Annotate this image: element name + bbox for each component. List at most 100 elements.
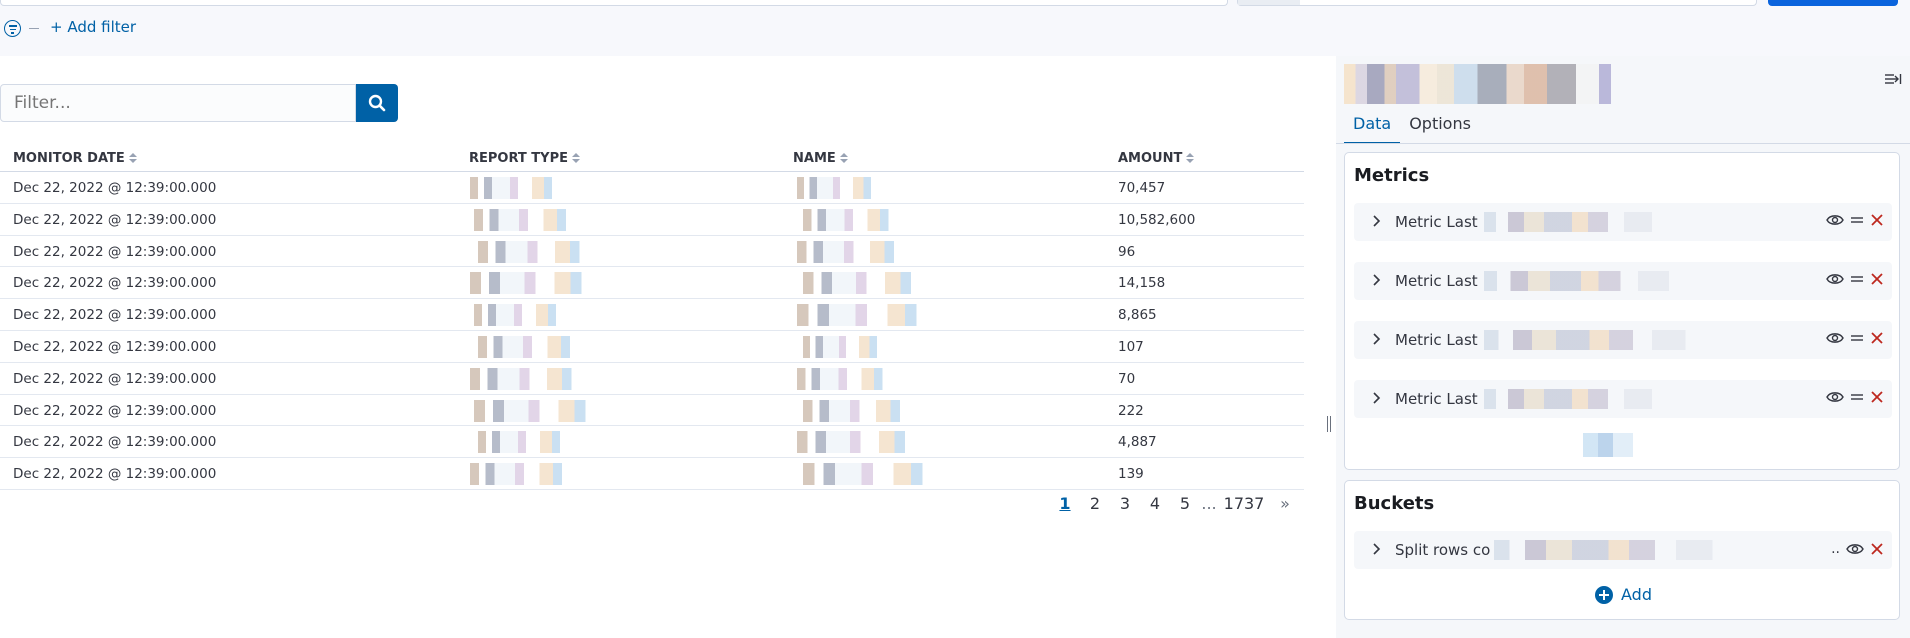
column-header-report-type[interactable]: REPORT TYPE (469, 151, 580, 166)
page-last[interactable]: 1737 (1218, 494, 1270, 513)
table-row: Dec 22, 2022 @ 12:39:00.000 10,582,600 (0, 204, 1304, 236)
bucket-suffix: .. (1831, 541, 1840, 557)
cell-amount: 4,887 (1118, 434, 1157, 451)
cell-amount: 10,582,600 (1118, 211, 1196, 228)
filter-menu-icon[interactable] (4, 20, 21, 37)
cell-amount: 107 (1118, 338, 1144, 355)
panel-resize-handle[interactable] (1322, 56, 1336, 638)
redacted-report-type (474, 304, 574, 327)
metric-actions (1826, 272, 1884, 286)
tab-options[interactable]: Options (1400, 112, 1480, 144)
redacted-report-type (474, 399, 610, 422)
column-header-name[interactable]: NAME (793, 151, 848, 166)
page-3[interactable]: 3 (1110, 494, 1140, 513)
chevron-right-icon[interactable] (1368, 390, 1384, 406)
cell-monitor-date: Dec 22, 2022 @ 12:39:00.000 (13, 307, 217, 324)
cell-monitor-date: Dec 22, 2022 @ 12:39:00.000 (13, 180, 217, 196)
refresh-button[interactable] (1768, 0, 1898, 6)
redacted-report-type (474, 208, 586, 231)
chevron-right-icon[interactable] (1368, 541, 1384, 557)
redacted-name (797, 240, 915, 263)
cell-monitor-date: Dec 22, 2022 @ 12:39:00.000 (13, 370, 217, 387)
close-icon[interactable] (1870, 331, 1884, 345)
cell-monitor-date: Dec 22, 2022 @ 12:39:00.000 (13, 338, 217, 355)
tab-divider (1336, 143, 1910, 144)
close-icon[interactable] (1870, 390, 1884, 404)
bucket-row[interactable]: Split rows co .. (1354, 531, 1892, 569)
page-4[interactable]: 4 (1140, 494, 1170, 513)
sort-icon (1186, 153, 1195, 164)
drag-handle-icon[interactable] (1850, 274, 1864, 284)
plus-circle-icon (1595, 585, 1613, 604)
chevron-right-icon[interactable] (1368, 213, 1384, 229)
cell-monitor-date: Dec 22, 2022 @ 12:39:00.000 (13, 275, 217, 292)
cell-amount: 14,158 (1118, 275, 1166, 292)
metric-row[interactable]: Metric Last (1354, 203, 1892, 241)
eye-icon[interactable] (1846, 542, 1864, 556)
table-row: Dec 22, 2022 @ 12:39:00.000 96 (0, 236, 1304, 268)
close-icon[interactable] (1870, 213, 1884, 227)
search-icon (368, 94, 386, 112)
close-icon[interactable] (1870, 272, 1884, 286)
sidebar-title-redacted (1344, 64, 1634, 104)
eye-icon[interactable] (1826, 213, 1844, 227)
metric-label: Metric Last (1395, 331, 1478, 349)
metric-row[interactable]: Metric Last (1354, 321, 1892, 359)
redacted-name (797, 304, 943, 327)
close-icon[interactable] (1870, 542, 1884, 556)
page-5[interactable]: 5 (1170, 494, 1200, 513)
bucket-actions: .. (1831, 541, 1884, 557)
redacted-report-type (478, 335, 590, 358)
page-1[interactable]: 1 (1050, 494, 1080, 513)
metric-actions (1826, 213, 1884, 227)
redacted-name (803, 272, 935, 295)
drag-handle-icon[interactable] (1850, 333, 1864, 343)
redacted-report-type (470, 177, 570, 199)
cell-amount: 8,865 (1118, 307, 1157, 324)
metric-row[interactable]: Metric Last (1354, 262, 1892, 300)
page-ellipsis: ... (1201, 494, 1217, 513)
eye-icon[interactable] (1826, 331, 1844, 345)
table-row: Dec 22, 2022 @ 12:39:00.000 139 (0, 458, 1304, 490)
search-button[interactable] (356, 84, 398, 122)
data-table-panel: MONITOR DATE REPORT TYPE NAME AMOUNT Dec… (0, 56, 1322, 638)
redacted-name (803, 208, 907, 231)
eye-icon[interactable] (1826, 390, 1844, 404)
drag-handle-icon[interactable] (1850, 215, 1864, 225)
eye-icon[interactable] (1826, 272, 1844, 286)
add-bucket-button[interactable]: Add (1595, 585, 1652, 604)
chevron-right-icon[interactable] (1368, 272, 1384, 288)
table-row: Dec 22, 2022 @ 12:39:00.000 107 (0, 331, 1304, 363)
table-filter-input[interactable] (0, 84, 356, 122)
cell-monitor-date: Dec 22, 2022 @ 12:39:00.000 (13, 243, 217, 260)
column-header-amount[interactable]: AMOUNT (1118, 151, 1195, 166)
cell-monitor-date: Dec 22, 2022 @ 12:39:00.000 (13, 466, 217, 483)
redacted-report-type (478, 431, 578, 454)
redacted-content (1583, 433, 1633, 457)
metrics-panel: Metrics Metric Last Metric Last Metric Las… (1344, 152, 1900, 470)
cell-amount: 96 (1118, 243, 1136, 260)
table-row: Dec 22, 2022 @ 12:39:00.000 70,457 (0, 172, 1304, 204)
chevron-right-icon[interactable] (1368, 331, 1384, 347)
table-header: MONITOR DATE REPORT TYPE NAME AMOUNT (0, 144, 1304, 172)
page-2[interactable]: 2 (1080, 494, 1110, 513)
metric-actions (1826, 331, 1884, 345)
next-page-button[interactable]: » (1270, 494, 1300, 513)
query-input[interactable] (0, 0, 1228, 6)
cell-amount: 70 (1118, 370, 1136, 387)
table-filter (0, 84, 398, 122)
collapse-sidebar-icon[interactable] (1884, 70, 1902, 88)
date-quick-menu[interactable] (1238, 0, 1300, 5)
add-filter-button[interactable]: + Add filter (50, 18, 136, 36)
drag-handle-icon[interactable] (1850, 392, 1864, 402)
metric-row[interactable]: Metric Last (1354, 380, 1892, 418)
cell-amount: 139 (1118, 466, 1144, 483)
table-row: Dec 22, 2022 @ 12:39:00.000 14,158 (0, 267, 1304, 300)
tab-data[interactable]: Data (1344, 112, 1401, 144)
column-header-monitor-date[interactable]: MONITOR DATE (13, 151, 137, 166)
date-picker[interactable] (1237, 0, 1757, 6)
buckets-title: Buckets (1354, 493, 1435, 514)
cell-monitor-date: Dec 22, 2022 @ 12:39:00.000 (13, 434, 217, 451)
table-row: Dec 22, 2022 @ 12:39:00.000 70 (0, 363, 1304, 395)
redacted-report-type (478, 240, 602, 263)
